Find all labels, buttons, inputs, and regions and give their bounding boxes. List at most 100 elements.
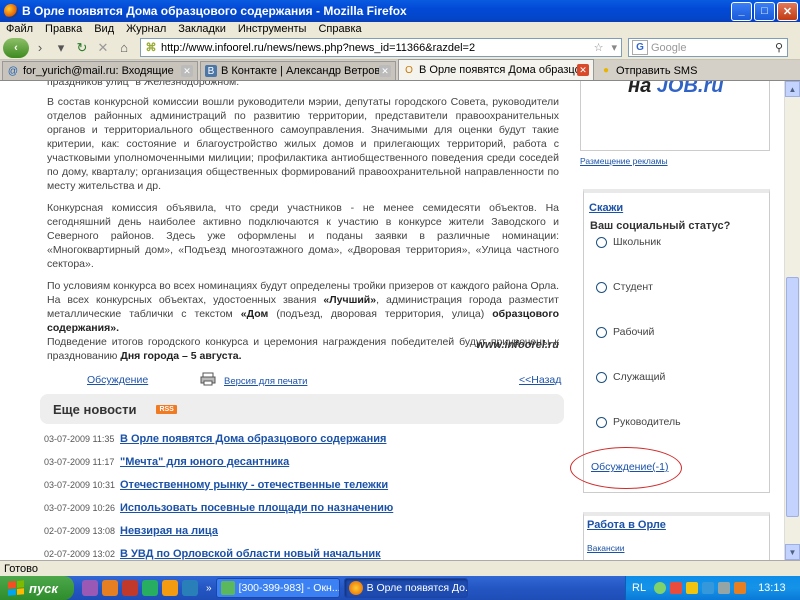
menu-history[interactable]: Журнал — [120, 23, 172, 35]
menu-edit[interactable]: Правка — [39, 23, 88, 35]
more-news-header: Еще новости RSS — [40, 394, 564, 424]
scroll-down-icon[interactable]: ▼ — [785, 544, 800, 560]
firefox-icon — [4, 4, 18, 18]
tab-sms[interactable]: ● Отправить SMS — [596, 61, 792, 80]
clock[interactable]: 13:13 — [758, 582, 786, 594]
tray-icon[interactable] — [718, 582, 731, 594]
jobs-title[interactable]: Работа в Орле — [587, 519, 666, 531]
dropdown-history-icon[interactable]: ▾ — [51, 38, 71, 58]
ad-banner[interactable]: на JOB.ru — [580, 81, 770, 151]
vacancies-link[interactable]: Вакансии — [587, 543, 624, 553]
article-source: www.infoorel.ru — [476, 339, 559, 351]
bookmark-star-icon[interactable]: ☆ — [590, 41, 608, 54]
poll-option-label: Школьник — [613, 236, 661, 248]
tab-vkontakte[interactable]: B В Контакте | Александр Ветров ✕ — [200, 61, 396, 80]
printer-icon[interactable] — [200, 372, 216, 386]
radio-button[interactable] — [596, 236, 607, 248]
status-text: Готово — [4, 562, 38, 575]
tab-close-icon[interactable]: ✕ — [577, 64, 589, 76]
rss-badge[interactable]: RSS — [156, 404, 177, 414]
search-placeholder[interactable]: Google — [651, 42, 775, 54]
scroll-up-icon[interactable]: ▲ — [785, 81, 800, 97]
news-link[interactable]: Невзирая на лица — [120, 525, 218, 537]
tab-label: Отправить SMS — [616, 64, 698, 77]
search-icon[interactable]: ⚲ — [775, 41, 787, 54]
ad-placement-link[interactable]: Размещение рекламы — [580, 156, 668, 166]
print-version-link[interactable]: Версия для печати — [224, 376, 307, 387]
news-link[interactable]: В Орле появятся Дома образцового содержа… — [120, 433, 386, 445]
tab-label: for_yurich@mail.ru: Входящие — [23, 65, 174, 77]
maximize-button[interactable]: □ — [754, 1, 775, 21]
url-text[interactable]: http://www.infoorel.ru/news/news.php?new… — [161, 42, 590, 54]
news-link[interactable]: Использовать посевные площади по назначе… — [120, 502, 393, 514]
poll-question: Ваш социальный статус? — [590, 220, 731, 232]
poll-option[interactable]: Студент — [596, 280, 653, 294]
poll-option[interactable]: Школьник — [596, 235, 661, 249]
tray-icon[interactable] — [654, 582, 667, 594]
back-button[interactable]: ‹ — [3, 37, 29, 58]
vk-icon: B — [205, 65, 217, 77]
tray-icon[interactable] — [670, 582, 683, 594]
forward-button[interactable]: › — [30, 38, 50, 58]
article-body: праздников улиц "в Железнодорожном. В со… — [47, 81, 559, 371]
tab-mail[interactable]: @ for_yurich@mail.ru: Входящие ✕ — [2, 61, 198, 80]
poll-option[interactable]: Руководитель — [596, 415, 681, 429]
menu-view[interactable]: Вид — [88, 23, 120, 35]
quicklaunch-icon[interactable] — [162, 580, 178, 596]
minimize-button[interactable]: _ — [731, 1, 752, 21]
menu-help[interactable]: Справка — [312, 23, 367, 35]
page-scrollbar[interactable]: ▲ ▼ — [784, 81, 800, 560]
taskbar-window-label: В Орле появятся До... — [366, 582, 468, 594]
radio-button[interactable] — [596, 416, 607, 428]
news-link[interactable]: "Мечта" для юного десантника — [120, 456, 289, 468]
poll-option[interactable]: Рабочий — [596, 325, 654, 339]
tab-close-icon[interactable]: ✕ — [379, 65, 391, 77]
quicklaunch-icon[interactable] — [182, 580, 198, 596]
taskbar-window-button-active[interactable]: В Орле появятся До... — [343, 578, 468, 598]
page-content: праздников улиц "в Железнодорожном. В со… — [0, 81, 784, 560]
search-engine-icon[interactable]: G — [632, 40, 648, 55]
discuss-link[interactable]: Обсуждение — [87, 374, 148, 386]
radio-button[interactable] — [596, 326, 607, 338]
window-titlebar[interactable]: В Орле появятся Дома образцового содержа… — [0, 0, 800, 22]
tab-label: В Контакте | Александр Ветров — [221, 65, 379, 77]
home-icon[interactable]: ⌂ — [114, 38, 134, 58]
reload-icon[interactable]: ↻ — [72, 38, 92, 58]
search-bar[interactable]: G Google ⚲ — [628, 38, 788, 57]
taskbar: пуск » [300-399-983] - Окн... В Орле поя… — [0, 576, 800, 600]
radio-button[interactable] — [596, 371, 607, 383]
windows-flag-icon — [8, 580, 24, 596]
language-indicator[interactable]: RL — [632, 582, 646, 594]
close-button[interactable]: ✕ — [777, 1, 798, 21]
quicklaunch-icon[interactable] — [82, 580, 98, 596]
quicklaunch-icon[interactable] — [142, 580, 158, 596]
news-link[interactable]: Отечественному рынку - отечественные тел… — [120, 479, 388, 491]
menu-file[interactable]: Файл — [0, 23, 39, 35]
menu-bar: Файл Правка Вид Журнал Закладки Инструме… — [0, 22, 800, 36]
taskbar-window-button[interactable]: [300-399-983] - Окн... — [215, 578, 340, 598]
url-dropdown-icon[interactable]: ▾ — [607, 41, 621, 54]
menu-bookmarks[interactable]: Закладки — [172, 23, 232, 35]
poll-title[interactable]: Скажи — [589, 202, 623, 214]
window-icon — [220, 581, 235, 595]
taskbar-window-label: [300-399-983] - Окн... — [238, 582, 340, 594]
tray-icon[interactable] — [686, 582, 699, 594]
quicklaunch-icon[interactable] — [102, 580, 118, 596]
start-button[interactable]: пуск — [0, 576, 74, 600]
scroll-thumb[interactable] — [786, 277, 799, 517]
beeline-icon: ● — [602, 65, 610, 76]
radio-button[interactable] — [596, 281, 607, 293]
menu-tools[interactable]: Инструменты — [232, 23, 313, 35]
news-link[interactable]: В УВД по Орловской области новый начальн… — [120, 548, 381, 560]
tray-icon[interactable] — [734, 582, 747, 594]
tab-close-icon[interactable]: ✕ — [181, 65, 193, 77]
back-link[interactable]: <<Назад — [519, 374, 561, 386]
quicklaunch-expand-icon[interactable]: » — [206, 583, 212, 594]
stop-icon[interactable]: ✕ — [93, 38, 113, 58]
tray-icon[interactable] — [702, 582, 715, 594]
address-bar[interactable]: ⌘ http://www.infoorel.ru/news/news.php?n… — [140, 38, 622, 57]
poll-option[interactable]: Служащий — [596, 370, 665, 384]
tab-news-active[interactable]: O В Орле появятся Дома образцо... ✕ — [398, 59, 594, 80]
quicklaunch-icon[interactable] — [122, 580, 138, 596]
poll-option-label: Служащий — [613, 371, 666, 383]
